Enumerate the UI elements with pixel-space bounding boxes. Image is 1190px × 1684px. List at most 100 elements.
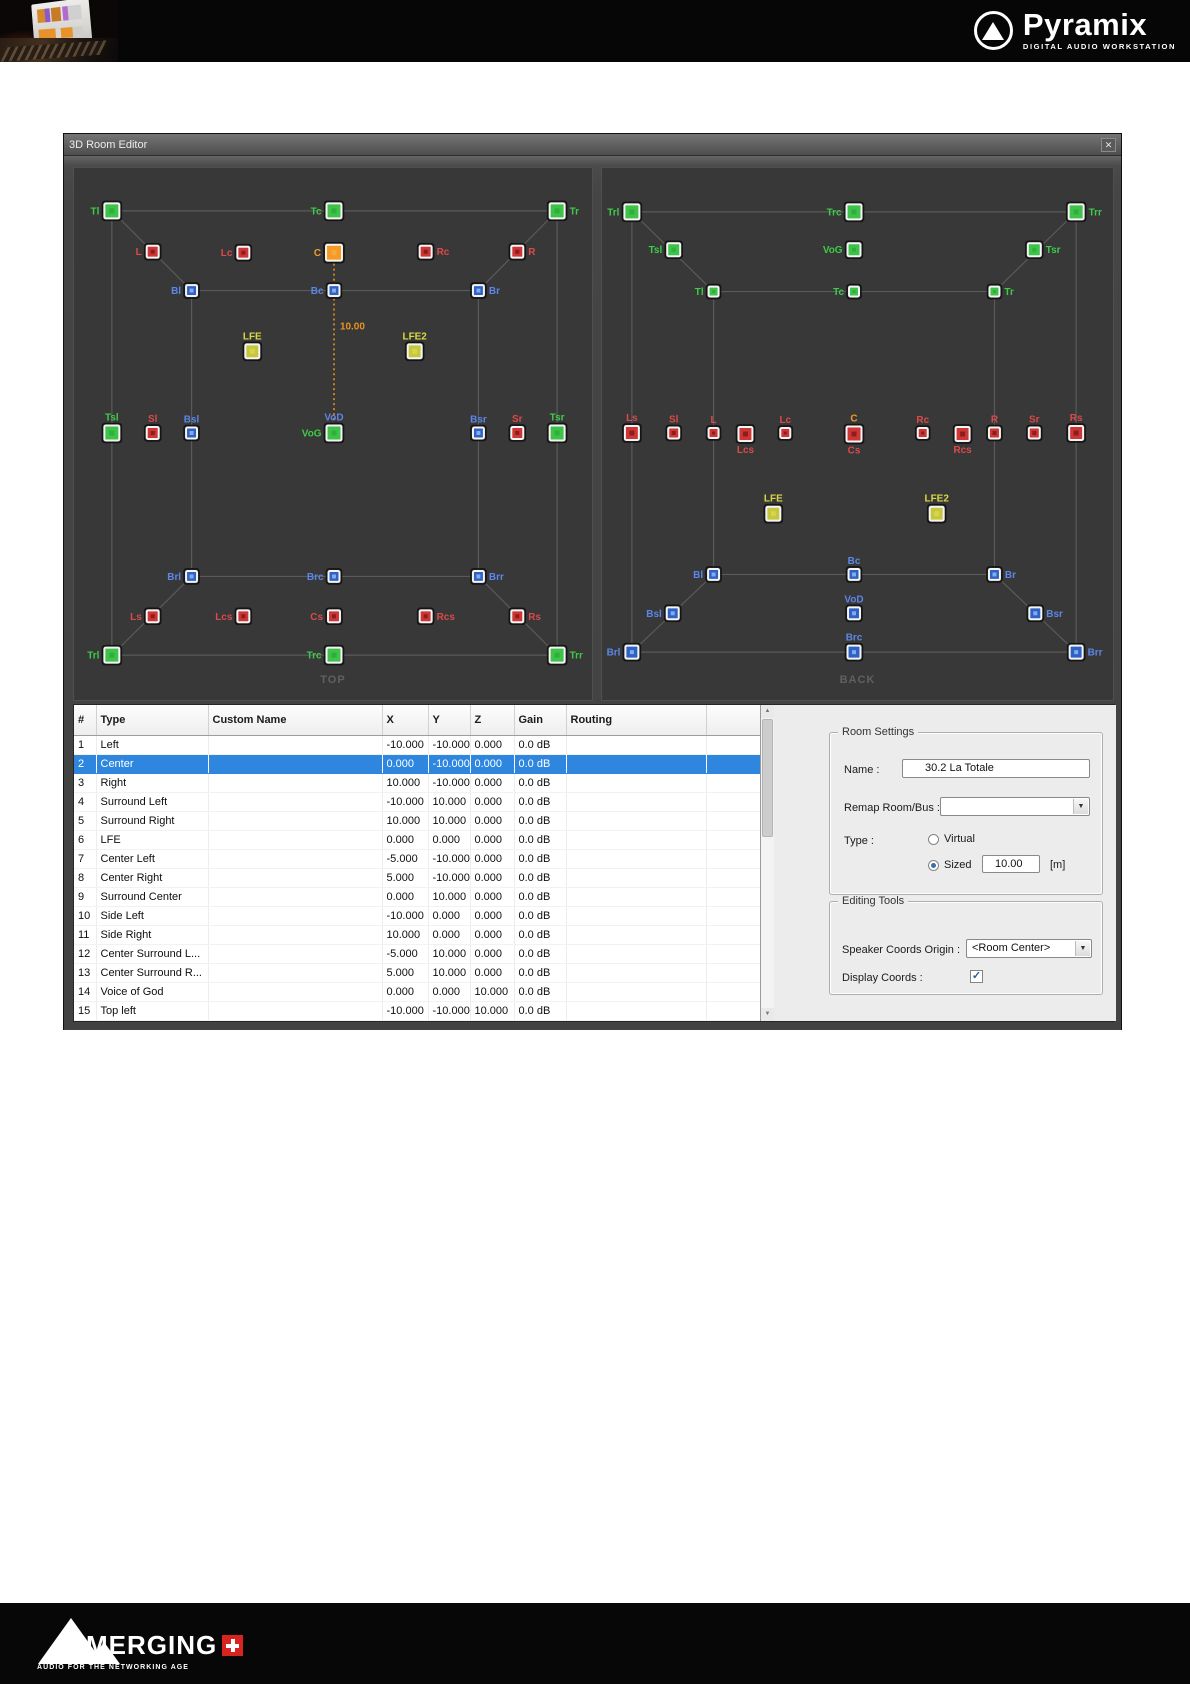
column-header-y[interactable]: Y xyxy=(428,705,471,736)
column-header-gain[interactable]: Gain xyxy=(514,705,567,736)
table-row[interactable]: 16Top Center 0.000-10.00010.0000.0 dB xyxy=(74,1020,760,1021)
column-header-routing[interactable]: Routing xyxy=(566,705,707,736)
speaker-vog[interactable]: VoGVoD xyxy=(302,413,345,444)
table-row[interactable]: 4 Surround Left -10.000 10.000 0.000 0.0 dB xyxy=(74,792,760,812)
speaker-ls[interactable]: Ls xyxy=(130,607,162,626)
table-scrollbar[interactable]: ▲ ▼ xyxy=(761,705,774,1021)
speaker-cs[interactable]: Cs C xyxy=(843,414,865,457)
speaker-bsl[interactable]: Bsl xyxy=(183,415,200,442)
table-row[interactable]: 2 Center 0.000 -10.000 0.000 0.0 dB xyxy=(74,754,760,774)
speaker-brc[interactable]: Brc xyxy=(844,633,864,662)
speaker-brr[interactable]: Brr xyxy=(470,568,504,585)
speaker-coords-origin-select[interactable]: <Room Center> ▼ xyxy=(966,939,1092,958)
table-row[interactable]: 7 Center Left -5.000 -10.000 0.000 0.0 dB xyxy=(74,849,760,869)
speaker-rc[interactable]: Rc xyxy=(914,415,931,441)
speaker-lcs[interactable]: Lcs xyxy=(215,607,253,626)
chevron-down-icon[interactable]: ▼ xyxy=(1073,799,1088,814)
speaker-lfe2[interactable]: LFE2 xyxy=(403,331,428,362)
speaker-vog[interactable]: VoG xyxy=(823,240,864,259)
speaker-lc[interactable]: Lc xyxy=(221,243,253,262)
table-row[interactable]: 5 Surround Right 10.000 10.000 0.000 0.0 dB xyxy=(74,811,760,831)
table-row[interactable]: 12 Center Surround L... -5.000 10.000 0.000 0… xyxy=(74,944,760,964)
column-header-type[interactable]: Type xyxy=(96,705,209,736)
speaker-tsl[interactable]: Tsl xyxy=(101,413,123,444)
speaker-vod[interactable]: VoD xyxy=(844,594,864,623)
speaker-sr[interactable]: Sr xyxy=(508,414,527,442)
column-header-x[interactable]: X xyxy=(382,705,429,736)
speaker-lcs[interactable]: Lcs xyxy=(735,424,756,456)
speaker-brr[interactable]: Brr xyxy=(1066,642,1103,662)
table-row[interactable]: 6 LFE 0.000 0.000 0.000 0.0 dB xyxy=(74,830,760,850)
table-row[interactable]: 10 Side Left -10.000 0.000 0.000 0.0 dB xyxy=(74,906,760,926)
scroll-down-icon[interactable]: ▼ xyxy=(761,1008,774,1021)
scrollbar-thumb[interactable] xyxy=(762,719,773,837)
speaker-tr[interactable]: Tr xyxy=(986,283,1014,300)
speaker-trl[interactable]: Trl xyxy=(607,201,643,223)
scroll-up-icon[interactable]: ▲ xyxy=(761,705,774,718)
room-name-input[interactable]: 30.2 La Totale xyxy=(902,759,1090,778)
dialog-titlebar[interactable]: 3D Room Editor ✕ xyxy=(64,134,1121,156)
remap-room-bus-select[interactable]: ▼ xyxy=(940,797,1090,816)
speaker-trc[interactable]: Trc xyxy=(307,644,345,666)
column-header-custom-name[interactable]: Custom Name xyxy=(208,705,383,736)
table-row[interactable]: 1 Left -10.000 -10.000 0.000 0.0 dB xyxy=(74,735,760,755)
speaker-bc[interactable]: Bc xyxy=(845,556,863,583)
column-header-num[interactable]: # xyxy=(74,705,97,736)
speaker-trc[interactable]: Trc xyxy=(827,201,865,223)
table-row[interactable]: 11 Side Right 10.000 0.000 0.000 0.0 dB xyxy=(74,925,760,945)
virtual-label[interactable]: Virtual xyxy=(944,833,975,845)
speaker-lc[interactable]: Lc xyxy=(777,415,794,441)
speaker-sl[interactable]: Sl xyxy=(665,415,682,442)
speaker-rs[interactable]: Rs xyxy=(508,607,541,626)
speaker-bsr[interactable]: Bsr xyxy=(1026,604,1063,623)
column-header-z[interactable]: Z xyxy=(470,705,515,736)
top-view-canvas[interactable]: 10.00 Tl Tc Tr L Lc C Rc R Bl Bc Br LFE LFE2 Tsl Sl Bsl V… xyxy=(74,168,592,700)
speaker-rc[interactable]: Rc xyxy=(416,242,450,261)
sized-radio[interactable] xyxy=(928,860,939,871)
column-header-filler[interactable] xyxy=(706,705,760,736)
speaker-tl[interactable]: Tl xyxy=(91,200,123,222)
display-coords-checkbox[interactable]: ✓ xyxy=(970,970,983,983)
back-view-panel[interactable]: Trl Trc Trr Tsl VoG Tsr Tl Tc Tr Ls Sl L Lcs Lc Cs C Rc R… xyxy=(601,167,1114,701)
speaker-bl[interactable]: Bl xyxy=(693,566,722,583)
speaker-r[interactable]: R xyxy=(508,242,535,261)
speaker-brl[interactable]: Brl xyxy=(607,642,642,662)
speaker-rcs[interactable]: Rcs xyxy=(416,607,456,626)
speaker-rs[interactable]: Rs xyxy=(1066,413,1086,443)
speaker-sr[interactable]: Sr xyxy=(1026,415,1043,442)
close-icon[interactable]: ✕ xyxy=(1101,137,1116,152)
speaker-c[interactable]: C xyxy=(314,241,345,264)
speaker-tc[interactable]: Tc xyxy=(311,200,345,222)
speaker-bl[interactable]: Bl xyxy=(171,282,200,299)
speaker-lfe[interactable]: LFE xyxy=(242,331,263,362)
room-size-input[interactable]: 10.00 xyxy=(982,855,1040,873)
speaker-rcs[interactable]: Rcs xyxy=(952,424,973,456)
speaker-ls[interactable]: Ls xyxy=(622,413,642,443)
chevron-down-icon[interactable]: ▼ xyxy=(1075,941,1090,956)
back-view-canvas[interactable]: Trl Trc Trr Tsl VoG Tsr Tl Tc Tr Ls Sl L Lcs Lc Cs C Rc R… xyxy=(602,168,1113,700)
speaker-sl[interactable]: Sl xyxy=(143,414,162,442)
speaker-tr[interactable]: Tr xyxy=(546,200,579,222)
table-row[interactable]: 3 Right 10.000 -10.000 0.000 0.0 dB xyxy=(74,773,760,793)
table-row[interactable]: 8 Center Right 5.000 -10.000 0.000 0.0 dB xyxy=(74,868,760,888)
speaker-bc[interactable]: Bc xyxy=(311,282,343,299)
speaker-trl[interactable]: Trl xyxy=(87,644,123,666)
table-row[interactable]: 14 Voice of God 0.000 0.000 10.000 0.0 dB xyxy=(74,982,760,1002)
speaker-r[interactable]: R xyxy=(986,415,1003,442)
speaker-bsl[interactable]: Bsl xyxy=(646,604,682,623)
speaker-tsr[interactable]: Tsr xyxy=(546,413,568,444)
speaker-l[interactable]: L xyxy=(136,242,162,261)
speaker-trr[interactable]: Trr xyxy=(1065,201,1102,223)
speaker-tc[interactable]: Tc xyxy=(833,283,862,300)
table-row[interactable]: 13 Center Surround R... 5.000 10.000 0.000 0.… xyxy=(74,963,760,983)
speaker-l[interactable]: L xyxy=(705,415,722,441)
speaker-bsr[interactable]: Bsr xyxy=(470,415,487,442)
table-row[interactable]: 9 Surround Center 0.000 10.000 0.000 0.0 dB xyxy=(74,887,760,907)
speaker-tl[interactable]: Tl xyxy=(695,283,722,300)
speaker-cs[interactable]: Cs xyxy=(310,607,343,626)
speaker-tsr[interactable]: Tsr xyxy=(1025,240,1061,259)
speaker-lfe[interactable]: LFE xyxy=(763,494,784,524)
speaker-tsl[interactable]: Tsl xyxy=(649,240,683,259)
sized-label[interactable]: Sized xyxy=(944,859,972,871)
virtual-radio[interactable] xyxy=(928,834,939,845)
